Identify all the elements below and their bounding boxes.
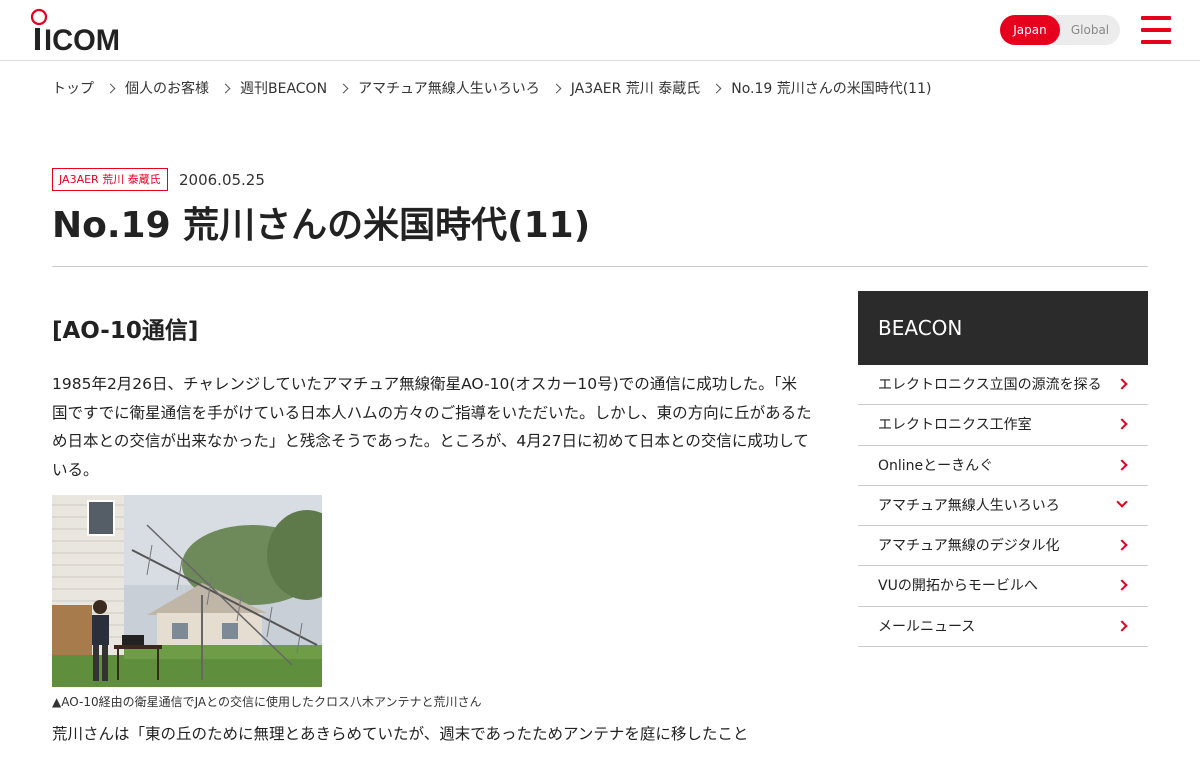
sidebar-item-online-talking[interactable]: Onlineとーきんぐ bbox=[858, 446, 1148, 486]
chevron-right-icon bbox=[551, 83, 562, 93]
sidebar-title: BEACON bbox=[858, 291, 1148, 365]
chevron-right-icon bbox=[338, 83, 349, 93]
article-paragraph: 1985年2月26日、チャレンジしていたアマチュア無線衛星AO-10(オスカー1… bbox=[52, 375, 812, 480]
breadcrumb-weekly-beacon[interactable]: 週刊BEACON bbox=[240, 78, 327, 98]
photo-caption: ▲AO-10経由の衛星通信でJAとの交信に使用したクロス八木アンテナと荒川さん bbox=[52, 695, 482, 709]
chevron-down-icon bbox=[1116, 496, 1128, 508]
lang-japan-button[interactable]: Japan bbox=[1000, 15, 1060, 45]
icom-logo-icon: ICOM bbox=[30, 8, 120, 57]
chevron-right-icon bbox=[1116, 418, 1128, 430]
breadcrumb-top[interactable]: トップ bbox=[52, 78, 94, 98]
chevron-right-icon bbox=[220, 83, 231, 93]
hamburger-menu-icon[interactable] bbox=[1141, 16, 1171, 44]
article-paragraph: 荒川さんは「東の丘のために無理とあきらめていたが、週末であったためアンテナを庭に… bbox=[52, 725, 749, 743]
sidebar-item-electronics-workshop[interactable]: エレクトロニクス工作室 bbox=[858, 405, 1148, 446]
sidebar-item-vu-mobile[interactable]: VUの開拓からモービルへ bbox=[858, 566, 1148, 607]
sidebar-item-label: VUの開拓からモービルへ bbox=[878, 578, 1038, 595]
chevron-right-icon bbox=[1116, 539, 1128, 551]
chevron-right-icon bbox=[1116, 579, 1128, 592]
sidebar-item-mail-news[interactable]: メールニュース bbox=[858, 607, 1148, 648]
antenna-photo bbox=[52, 495, 322, 687]
sidebar-item-label: メールニュース bbox=[878, 618, 976, 635]
author-tag[interactable]: JA3AER 荒川 泰蔵氏 bbox=[52, 168, 168, 191]
chevron-right-icon bbox=[1116, 620, 1128, 632]
breadcrumb-current: No.19 荒川さんの米国時代(11) bbox=[731, 81, 932, 97]
title-divider bbox=[52, 266, 1148, 267]
breadcrumb: トップ 個人のお客様 週刊BEACON アマチュア無線人生いろいろ JA3AER… bbox=[52, 78, 931, 98]
sidebar-item-amateur-radio-life[interactable]: アマチュア無線人生いろいろ bbox=[858, 486, 1148, 527]
breadcrumb-ja3aer[interactable]: JA3AER 荒川 泰蔵氏 bbox=[571, 78, 700, 98]
sidebar-item-label: エレクトロニクス工作室 bbox=[878, 417, 1032, 434]
icom-logo[interactable]: ICOM bbox=[30, 8, 122, 57]
breadcrumb-amateur-radio-life[interactable]: アマチュア無線人生いろいろ bbox=[358, 78, 540, 98]
sidebar-item-label: Onlineとーきんぐ bbox=[878, 457, 994, 474]
sidebar-item-digital-amateur-radio[interactable]: アマチュア無線のデジタル化 bbox=[858, 526, 1148, 567]
article-date: 2006.05.25 bbox=[179, 171, 265, 189]
sidebar-item-electronics-origin[interactable]: エレクトロニクス立国の源流を探る bbox=[858, 365, 1148, 406]
chevron-right-icon bbox=[711, 83, 722, 93]
sidebar-item-label: エレクトロニクス立国の源流を探る bbox=[878, 377, 1102, 393]
sidebar: BEACON エレクトロニクス立国の源流を探る エレクトロニクス工作室 Onli… bbox=[858, 291, 1148, 648]
breadcrumb-personal[interactable]: 個人のお客様 bbox=[125, 78, 209, 98]
svg-text:ICOM: ICOM bbox=[44, 24, 120, 52]
sidebar-item-label: アマチュア無線人生いろいろ bbox=[878, 497, 1060, 514]
chevron-right-icon bbox=[1116, 378, 1128, 390]
chevron-right-icon bbox=[1116, 458, 1128, 471]
site-header: ICOM Japan Global bbox=[0, 0, 1200, 61]
sidebar-item-label: アマチュア無線のデジタル化 bbox=[878, 538, 1060, 555]
page-title: No.19 荒川さんの米国時代(11) bbox=[52, 205, 591, 246]
language-switch: Japan Global bbox=[1000, 15, 1120, 45]
lang-global-button[interactable]: Global bbox=[1060, 15, 1120, 45]
section-heading: [AO-10通信] bbox=[52, 318, 199, 344]
chevron-right-icon bbox=[105, 83, 116, 93]
